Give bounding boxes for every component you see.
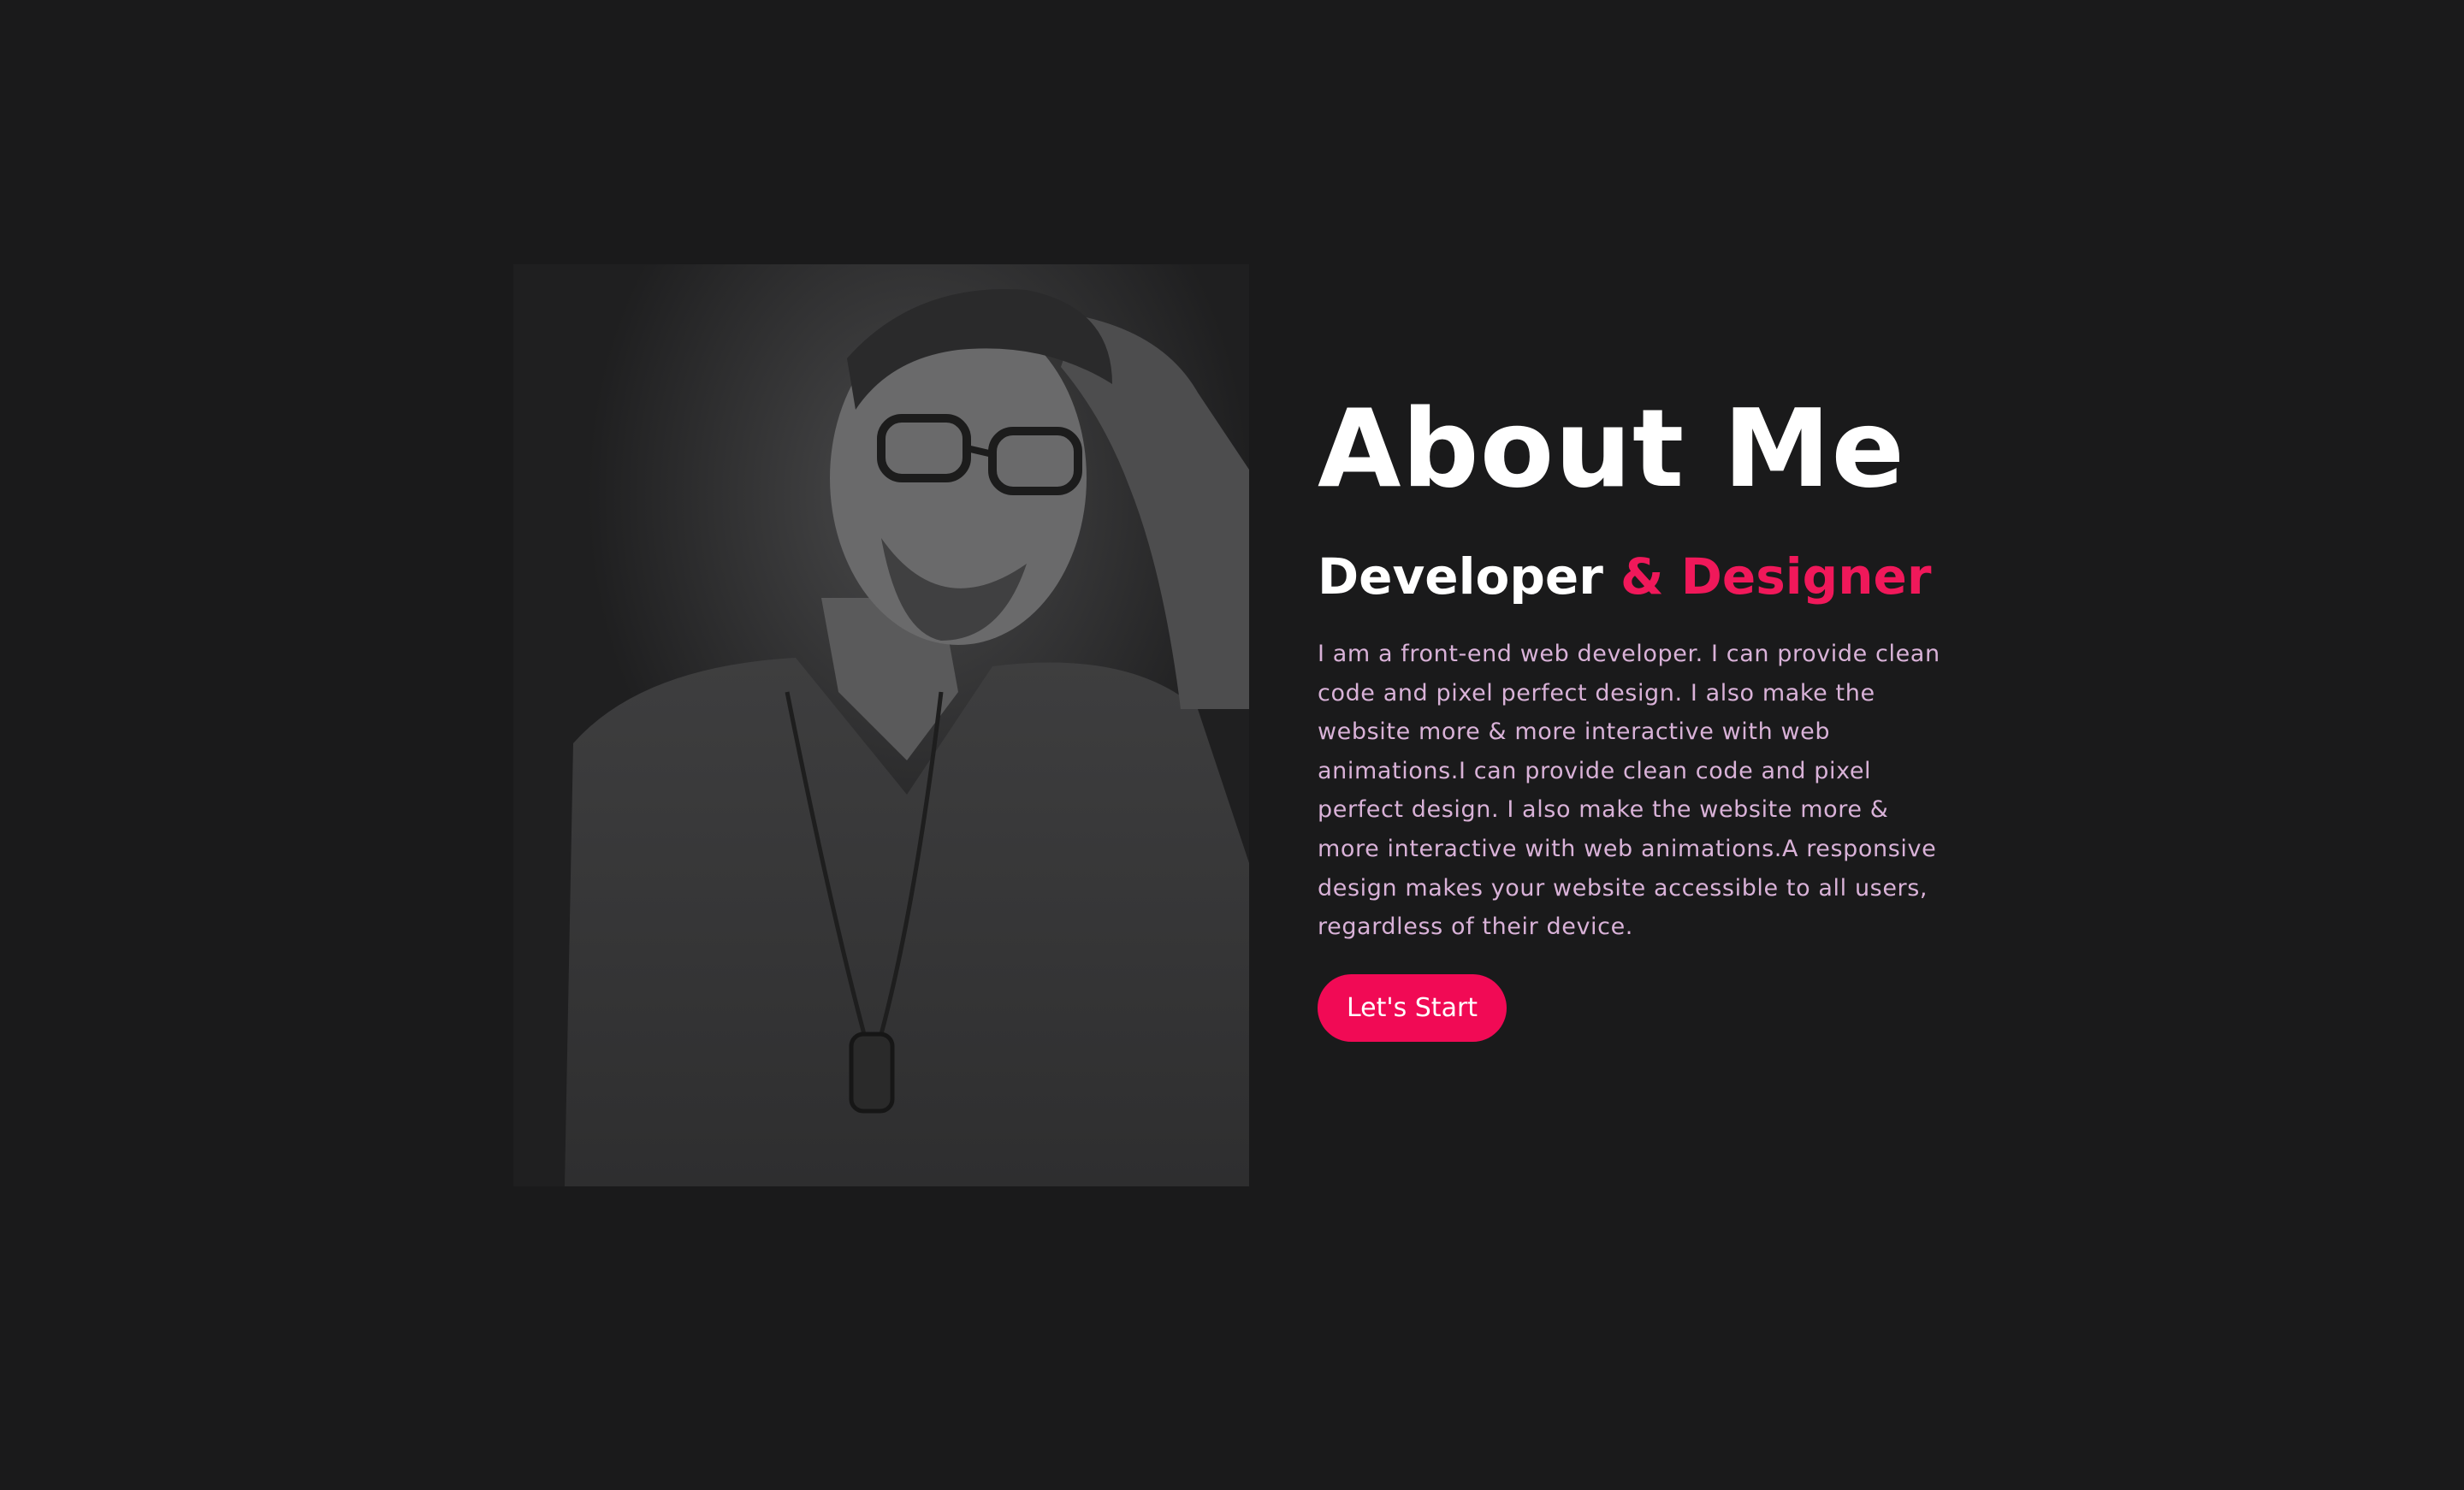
subtitle: Developer & Designer [1318, 544, 1968, 609]
portrait-photo [513, 264, 1249, 1186]
subtitle-role-accent: & Designer [1620, 547, 1932, 606]
about-section: About Me Developer & Designer I am a fro… [1318, 376, 1968, 947]
subtitle-role: Developer [1318, 547, 1603, 606]
bio-paragraph: I am a front-end web developer. I can pr… [1318, 641, 1940, 941]
page-title: About Me [1318, 386, 1905, 511]
lets-start-button[interactable]: Let's Start [1318, 974, 1507, 1042]
portrait-image [513, 264, 1249, 1186]
